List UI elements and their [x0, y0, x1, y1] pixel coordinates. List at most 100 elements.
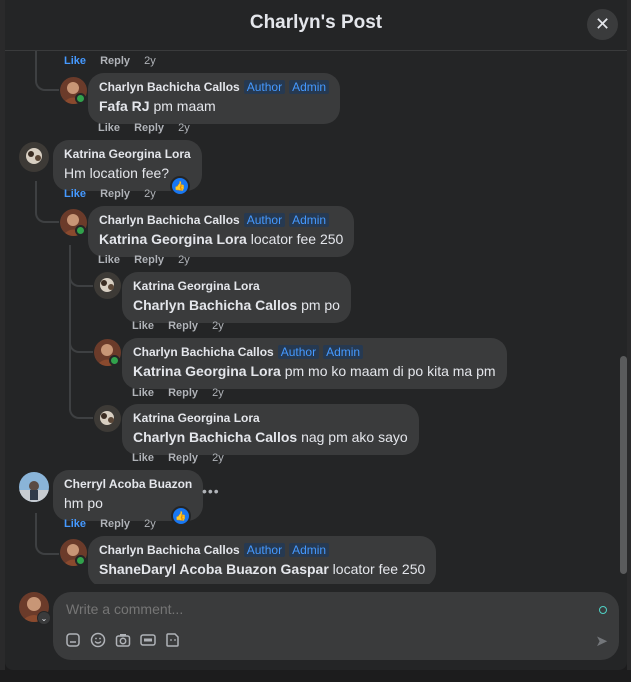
comment-actions: Like Reply 2y — [132, 387, 235, 399]
avatar-icon — [94, 405, 121, 432]
like-button[interactable]: Like — [98, 122, 120, 134]
mention-link[interactable]: ShaneDaryl Acoba Buazon Gaspar — [99, 561, 329, 577]
author-badge: Author — [243, 80, 286, 94]
avatar-icon — [19, 472, 49, 502]
emoji-icon[interactable] — [90, 632, 106, 648]
admin-badge: Admin — [289, 543, 330, 557]
author-badge: Author — [243, 543, 286, 557]
comment-bubble: Katrina Georgina Lora Charlyn Bachicha C… — [122, 404, 419, 455]
more-dots-icon[interactable]: ••• — [202, 483, 220, 499]
like-badge-icon[interactable]: 👍 — [171, 506, 191, 526]
camera-icon[interactable] — [115, 632, 131, 648]
dialog-title: Charlyn's Post — [249, 12, 383, 33]
scrollbar[interactable] — [620, 356, 627, 574]
comment-author[interactable]: Cherryl Acoba Buazon — [64, 477, 192, 492]
avatar[interactable] — [94, 272, 121, 299]
like-button[interactable]: Like — [64, 188, 86, 200]
avatar-icon — [94, 272, 121, 299]
sticker-icon[interactable] — [65, 632, 81, 648]
like-button[interactable]: Like — [132, 320, 154, 332]
mention-link[interactable]: Katrina Georgina Lora — [133, 363, 281, 379]
close-icon: ✕ — [594, 14, 611, 34]
reply-button[interactable]: Reply — [100, 55, 130, 67]
status-dot-icon — [599, 606, 607, 614]
comment-author[interactable]: Charlyn Bachicha Callos — [99, 213, 240, 227]
like-badge-icon[interactable]: 👍 — [170, 176, 190, 196]
timestamp[interactable]: 2y — [178, 122, 190, 134]
comment-actions: Like Reply 2y — [98, 254, 201, 266]
author-badge: Author — [277, 345, 320, 359]
avatar[interactable] — [94, 405, 121, 432]
timestamp[interactable]: 2y — [212, 387, 224, 399]
comment-composer: ➤ — [53, 592, 619, 660]
admin-badge: Admin — [323, 345, 364, 359]
comment-text: pm po — [301, 297, 340, 313]
comment-bubble: Katrina Georgina Lora Charlyn Bachicha C… — [122, 272, 351, 323]
mention-link[interactable]: Katrina Georgina Lora — [99, 231, 247, 247]
send-icon[interactable]: ➤ — [595, 632, 608, 650]
comment-actions: Like Reply 2y — [132, 320, 235, 332]
reply-button[interactable]: Reply — [100, 518, 130, 530]
online-indicator — [75, 225, 86, 236]
reply-button[interactable]: Reply — [168, 387, 198, 399]
avatar-sticker-icon[interactable] — [165, 632, 181, 648]
comment-actions: Like Reply 2y — [64, 188, 167, 200]
chevron-down-icon[interactable]: ⌄ — [37, 611, 51, 625]
timestamp[interactable]: 2y — [212, 320, 224, 332]
author-badge: Author — [243, 213, 286, 227]
gif-icon[interactable] — [140, 632, 156, 648]
comment-bubble: Charlyn Bachicha Callos Author Admin Shane… — [88, 536, 437, 584]
mention-link[interactable]: Charlyn Bachicha Callos — [133, 429, 297, 445]
post-dialog: Charlyn's Post ✕ Like Reply 2y Charlyn B… — [5, 0, 627, 670]
like-button[interactable]: Like — [64, 55, 86, 67]
like-button[interactable]: Like — [132, 452, 154, 464]
avatar[interactable] — [19, 142, 49, 172]
comment-actions: Like Reply 2y — [98, 122, 201, 134]
like-button[interactable]: Like — [98, 254, 120, 266]
avatar[interactable] — [19, 472, 49, 502]
timestamp[interactable]: 2y — [144, 518, 156, 530]
comment-text: locator fee 250 — [332, 561, 426, 577]
comment-text: pm maam — [153, 98, 216, 114]
background-right — [627, 0, 631, 682]
comment-author[interactable]: Charlyn Bachicha Callos — [99, 80, 240, 94]
comment-text: locator fee 250 — [250, 231, 344, 247]
like-button[interactable]: Like — [132, 387, 154, 399]
mention-link[interactable]: Charlyn Bachicha Callos — [133, 297, 297, 313]
timestamp[interactable]: 2y — [178, 254, 190, 266]
timestamp[interactable]: 2y — [144, 55, 156, 67]
comment-author[interactable]: Katrina Georgina Lora — [64, 147, 191, 162]
online-indicator — [75, 555, 86, 566]
comment-bubble: Charlyn Bachicha Callos Author Admin Katri… — [88, 206, 355, 257]
reply-button[interactable]: Reply — [168, 320, 198, 332]
timestamp[interactable]: 2y — [144, 188, 156, 200]
comment-text: nag pm ako sayo — [301, 429, 408, 445]
dialog-header: Charlyn's Post ✕ — [5, 0, 627, 51]
comment-author[interactable]: Katrina Georgina Lora — [133, 411, 408, 426]
online-indicator — [75, 93, 86, 104]
comment-text: pm mo ko maam di po kita ma pm — [284, 363, 496, 379]
timestamp[interactable]: 2y — [212, 452, 224, 464]
comments-list[interactable]: Like Reply 2y Charlyn Bachicha Callos Aut… — [5, 51, 627, 584]
like-button[interactable]: Like — [64, 518, 86, 530]
background-bottom — [0, 670, 631, 682]
reply-button[interactable]: Reply — [134, 122, 164, 134]
comment-actions: Like Reply 2y — [132, 452, 235, 464]
admin-badge: Admin — [289, 213, 330, 227]
reply-button[interactable]: Reply — [134, 254, 164, 266]
comment-input[interactable] — [64, 600, 568, 618]
comment-bubble: Charlyn Bachicha Callos Author Admin Katri… — [122, 338, 507, 389]
comment-author[interactable]: Katrina Georgina Lora — [133, 279, 340, 294]
reply-button[interactable]: Reply — [168, 452, 198, 464]
comment-author[interactable]: Charlyn Bachicha Callos — [133, 345, 274, 359]
close-button[interactable]: ✕ — [587, 9, 618, 40]
admin-badge: Admin — [289, 80, 330, 94]
avatar-icon — [19, 142, 49, 172]
comment-author[interactable]: Charlyn Bachicha Callos — [99, 543, 240, 557]
comment-bubble: Charlyn Bachicha Callos Author Admin Fafa … — [88, 73, 341, 124]
comment-actions: Like Reply 2y — [64, 55, 167, 67]
comment-actions: Like Reply 2y — [64, 518, 167, 530]
mention-link[interactable]: Fafa RJ — [99, 98, 150, 114]
online-indicator — [109, 355, 120, 366]
reply-button[interactable]: Reply — [100, 188, 130, 200]
